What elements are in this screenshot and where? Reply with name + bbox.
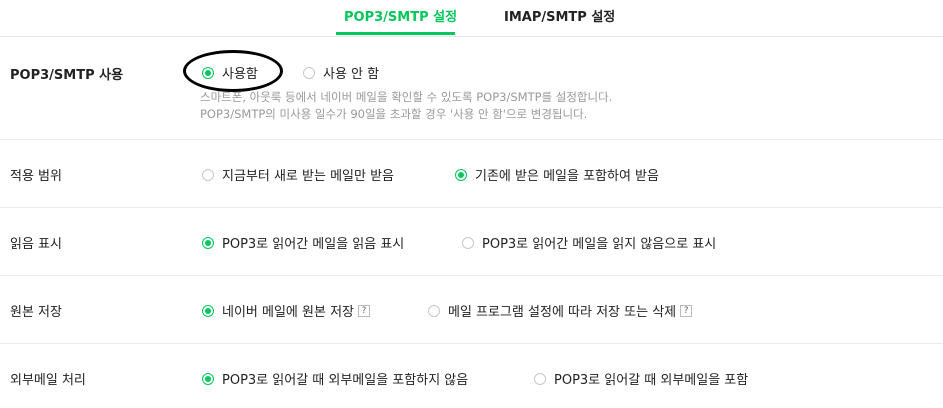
row-label: 원본 저장	[10, 305, 62, 320]
option-label: 지금부터 새로 받는 메일만 받음	[222, 169, 395, 184]
row-external-mail: 외부메일 처리 POP3로 읽어갈 때 외부메일을 포함하지 않음 POP3로 …	[0, 344, 943, 408]
radio-selected-icon[interactable]	[202, 304, 214, 317]
option-not-use[interactable]: 사용 안 함	[303, 63, 379, 82]
option-follow-client[interactable]: 메일 프로그램 설정에 따라 저장 또는 삭제 ?	[428, 301, 693, 320]
option-label: 메일 프로그램 설정에 따라 저장 또는 삭제	[448, 305, 677, 320]
radio-selected-icon[interactable]	[455, 168, 467, 181]
option-new-mail-only[interactable]: 지금부터 새로 받는 메일만 받음	[202, 165, 394, 184]
description-line-1: 스마트폰, 아웃룩 등에서 네이버 메일을 확인할 수 있도록 POP3/SMT…	[200, 90, 613, 104]
option-label: POP3로 읽어갈 때 외부메일을 포함	[554, 373, 749, 388]
option-mark-read[interactable]: POP3로 읽어간 메일을 읽음 표시	[202, 233, 404, 252]
option-label: 사용함	[222, 67, 258, 82]
tab-imap-smtp[interactable]: IMAP/SMTP 설정	[504, 6, 615, 25]
help-icon[interactable]: ?	[358, 304, 370, 317]
row-read-mark: 읽음 표시 POP3로 읽어간 메일을 읽음 표시 POP3로 읽어간 메일을 …	[0, 208, 943, 276]
option-exclude-external[interactable]: POP3로 읽어갈 때 외부메일을 포함하지 않음	[202, 369, 468, 388]
row-label: POP3/SMTP 사용	[10, 68, 124, 83]
option-include-external[interactable]: POP3로 읽어갈 때 외부메일을 포함	[534, 369, 748, 388]
tab-pop3-smtp[interactable]: POP3/SMTP 설정	[344, 6, 457, 25]
radio-selected-icon[interactable]	[202, 372, 214, 385]
description-line-2: POP3/SMTP의 미사용 일수가 90일을 초과할 경우 '사용 안 함'으…	[200, 107, 588, 121]
row-label: 읽음 표시	[10, 237, 62, 252]
row-label: 외부메일 처리	[10, 373, 86, 388]
row-original-save: 원본 저장 네이버 메일에 원본 저장 ? 메일 프로그램 설정에 따라 저장 …	[0, 276, 943, 344]
radio-selected-icon[interactable]	[202, 236, 214, 249]
row-pop3-usage: POP3/SMTP 사용 사용함 사용 안 함 스마트폰, 아웃룩 등에서 네이…	[0, 37, 943, 140]
row-apply-scope: 적용 범위 지금부터 새로 받는 메일만 받음 기존에 받은 메일을 포함하여 …	[0, 140, 943, 208]
active-tab-indicator	[336, 32, 455, 35]
option-label: 사용 안 함	[323, 67, 380, 82]
radio-unselected-icon[interactable]	[202, 168, 214, 181]
option-label: POP3로 읽어간 메일을 읽지 않음으로 표시	[482, 237, 717, 252]
radio-unselected-icon[interactable]	[534, 372, 546, 385]
option-use[interactable]: 사용함	[202, 63, 258, 82]
radio-unselected-icon[interactable]	[462, 236, 474, 249]
option-label: 기존에 받은 메일을 포함하여 받음	[475, 169, 659, 184]
radio-selected-icon[interactable]	[202, 66, 214, 79]
option-include-existing[interactable]: 기존에 받은 메일을 포함하여 받음	[455, 165, 659, 184]
option-mark-unread[interactable]: POP3로 읽어간 메일을 읽지 않음으로 표시	[462, 233, 716, 252]
option-save-original[interactable]: 네이버 메일에 원본 저장 ?	[202, 301, 370, 320]
help-icon[interactable]: ?	[680, 304, 693, 317]
settings-tabs: POP3/SMTP 설정 IMAP/SMTP 설정	[0, 0, 943, 37]
radio-unselected-icon[interactable]	[428, 304, 440, 317]
option-label: POP3로 읽어간 메일을 읽음 표시	[222, 237, 405, 252]
row-label: 적용 범위	[10, 169, 62, 184]
option-label: POP3로 읽어갈 때 외부메일을 포함하지 않음	[222, 373, 469, 388]
option-label: 네이버 메일에 원본 저장	[222, 305, 354, 320]
radio-unselected-icon[interactable]	[303, 66, 315, 79]
